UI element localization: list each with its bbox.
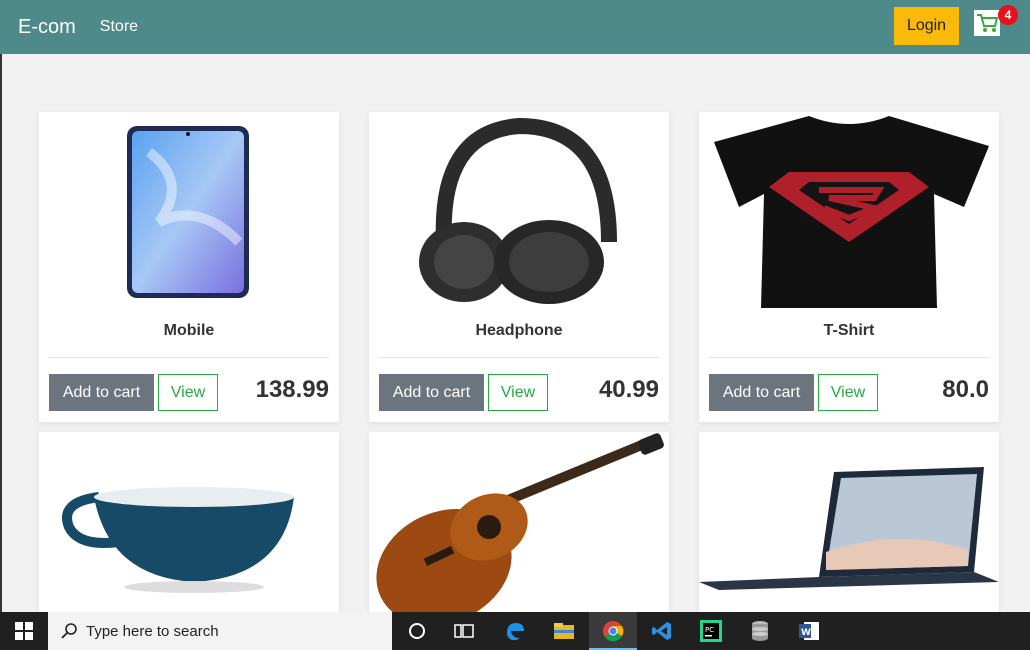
card-divider — [709, 357, 989, 358]
view-button[interactable]: View — [158, 374, 218, 411]
card-divider — [49, 357, 329, 358]
brand-logo[interactable]: E-com — [18, 16, 76, 39]
mobile-image — [39, 112, 339, 312]
window-edge — [0, 54, 2, 612]
laptop-image — [699, 432, 999, 612]
task-view-icon[interactable] — [452, 619, 476, 643]
add-to-cart-button[interactable]: Add to cart — [49, 374, 154, 411]
vscode-icon[interactable] — [650, 619, 674, 643]
cup-image — [39, 432, 339, 612]
svg-text:W: W — [801, 628, 811, 638]
windows-taskbar: Type here to search PC W — [0, 612, 1030, 650]
file-explorer-icon[interactable] — [552, 619, 576, 643]
svg-text:PC: PC — [705, 626, 714, 634]
search-icon — [60, 622, 78, 640]
cart-count-badge: 4 — [998, 5, 1018, 25]
cart-icon[interactable] — [974, 10, 1000, 36]
product-title: T-Shirt — [823, 322, 875, 339]
product-title: Mobile — [163, 322, 215, 339]
product-card-guitar — [369, 432, 669, 612]
tshirt-image — [699, 112, 999, 312]
add-to-cart-button[interactable]: Add to cart — [709, 374, 814, 411]
product-price: 138.99 — [255, 376, 329, 403]
product-card-tshirt: T-Shirt Add to cart View 80.0 — [699, 112, 999, 422]
add-to-cart-button[interactable]: Add to cart — [379, 374, 484, 411]
view-button[interactable]: View — [488, 374, 548, 411]
pycharm-icon[interactable]: PC — [699, 619, 723, 643]
product-price: 80.0 — [942, 376, 989, 403]
product-price: 40.99 — [598, 376, 659, 403]
product-card-cup — [39, 432, 339, 612]
cortana-icon[interactable] — [405, 619, 429, 643]
edge-browser-icon[interactable] — [503, 619, 527, 643]
taskbar-search-box[interactable]: Type here to search — [48, 612, 392, 650]
product-card-headphone: Headphone Add to cart View 40.99 — [369, 112, 669, 422]
view-button[interactable]: View — [818, 374, 878, 411]
chrome-browser-icon[interactable] — [601, 619, 625, 643]
headphone-image — [369, 112, 669, 312]
word-icon[interactable]: W — [797, 619, 821, 643]
product-title: Headphone — [475, 322, 563, 339]
store-link[interactable]: Store — [100, 18, 138, 36]
login-button[interactable]: Login — [894, 7, 959, 45]
card-divider — [379, 357, 659, 358]
top-navbar: E-com Store — [0, 0, 1030, 54]
windows-start-icon[interactable] — [0, 612, 48, 650]
search-placeholder: Type here to search — [86, 622, 219, 640]
database-icon[interactable] — [748, 619, 772, 643]
product-card-laptop — [699, 432, 999, 612]
product-card-mobile: Mobile Add to cart View 138.99 — [39, 112, 339, 422]
guitar-image — [369, 432, 669, 612]
